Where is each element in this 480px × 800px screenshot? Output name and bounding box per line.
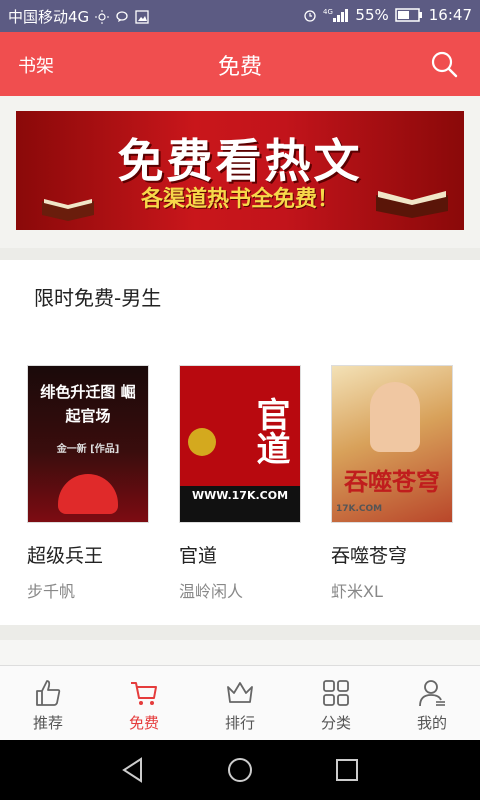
tab-label: 免费	[128, 714, 159, 732]
tab-label: 排行	[224, 714, 255, 732]
book-item[interactable]: 吞噬苍穹 17K.COM 吞噬苍穹 虾米XL	[331, 365, 453, 602]
book-cover[interactable]: 官道 WWW.17K.COM	[179, 365, 301, 523]
svg-text:4G: 4G	[323, 8, 333, 16]
chat-icon	[116, 10, 128, 22]
search-icon[interactable]	[430, 50, 458, 78]
app-header: 书架 免费	[0, 32, 480, 96]
cup-illustration	[58, 474, 118, 514]
battery-percent: 55%	[355, 6, 389, 24]
tab-label: 我的	[416, 714, 447, 732]
cart-icon	[131, 682, 157, 705]
book-item[interactable]: 官道 WWW.17K.COM 官道 温岭闲人	[179, 365, 301, 602]
tab-category[interactable]: 分类	[288, 666, 384, 741]
page-title: 免费	[217, 55, 262, 80]
tab-free[interactable]: 免费	[96, 666, 192, 741]
grid-icon	[323, 680, 349, 706]
clock-time: 16:47	[428, 6, 472, 24]
book-name[interactable]: 官道	[179, 541, 301, 568]
recents-icon[interactable]	[333, 756, 361, 784]
brightness-icon	[95, 9, 110, 24]
free-section: 限时免费-男生 绯色升迁图 崛起官场 金一新 [作品] 超级兵王 步千帆 官道 …	[0, 260, 480, 625]
alarm-icon	[304, 10, 317, 22]
cover-subtitle: 金一新 [作品]	[56, 444, 120, 455]
bottom-tab-bar: 推荐 免费 排行 分类 我的	[0, 665, 480, 741]
image-icon	[135, 9, 149, 24]
battery-icon	[395, 8, 422, 22]
status-bar: 中国移动4G 4G 55% 16:47	[0, 0, 480, 32]
signal-icon: 4G	[323, 8, 349, 22]
tab-recommend[interactable]: 推荐	[0, 666, 96, 741]
section-divider	[0, 640, 480, 665]
promo-banner[interactable]: 免费看热文 各渠道热书全免费！	[16, 111, 464, 230]
home-icon[interactable]	[226, 756, 254, 784]
character-illustration	[370, 382, 420, 452]
back-icon[interactable]	[119, 756, 147, 784]
tab-label: 推荐	[32, 714, 63, 732]
cover-title: 绯色升迁图 崛起官场	[40, 383, 136, 425]
book-name[interactable]: 超级兵王	[27, 541, 149, 568]
book-item[interactable]: 绯色升迁图 崛起官场 金一新 [作品] 超级兵王 步千帆	[27, 365, 149, 602]
book-cover[interactable]: 吞噬苍穹 17K.COM	[331, 365, 453, 523]
cover-subtitle: 17K.COM	[336, 504, 383, 514]
cover-subtitle: WWW.17K.COM	[191, 489, 289, 502]
banner-section: 免费看热文 各渠道热书全免费！	[0, 96, 480, 248]
book-name[interactable]: 吞噬苍穹	[331, 541, 453, 568]
crown-icon	[227, 682, 253, 703]
book-author: 步千帆	[27, 582, 76, 601]
book-author: 虾米XL	[331, 582, 383, 601]
thumbs-up-icon	[36, 680, 61, 706]
carrier-text: 中国移动4G	[8, 8, 90, 26]
book-author: 温岭闲人	[179, 582, 244, 601]
banner-subline: 各渠道热书全免费！	[140, 187, 339, 212]
tab-ranking[interactable]: 排行	[192, 666, 288, 741]
tab-label: 分类	[320, 714, 351, 732]
user-icon	[419, 680, 445, 707]
tab-mine[interactable]: 我的	[384, 666, 480, 741]
book-cover[interactable]: 绯色升迁图 崛起官场 金一新 [作品]	[27, 365, 149, 523]
knocker-illustration	[188, 428, 216, 456]
cover-title: 官道	[250, 397, 290, 465]
cover-title: 吞噬苍穹	[344, 468, 440, 496]
system-nav-bar	[0, 740, 480, 800]
section-title: 限时免费-男生	[34, 286, 162, 310]
